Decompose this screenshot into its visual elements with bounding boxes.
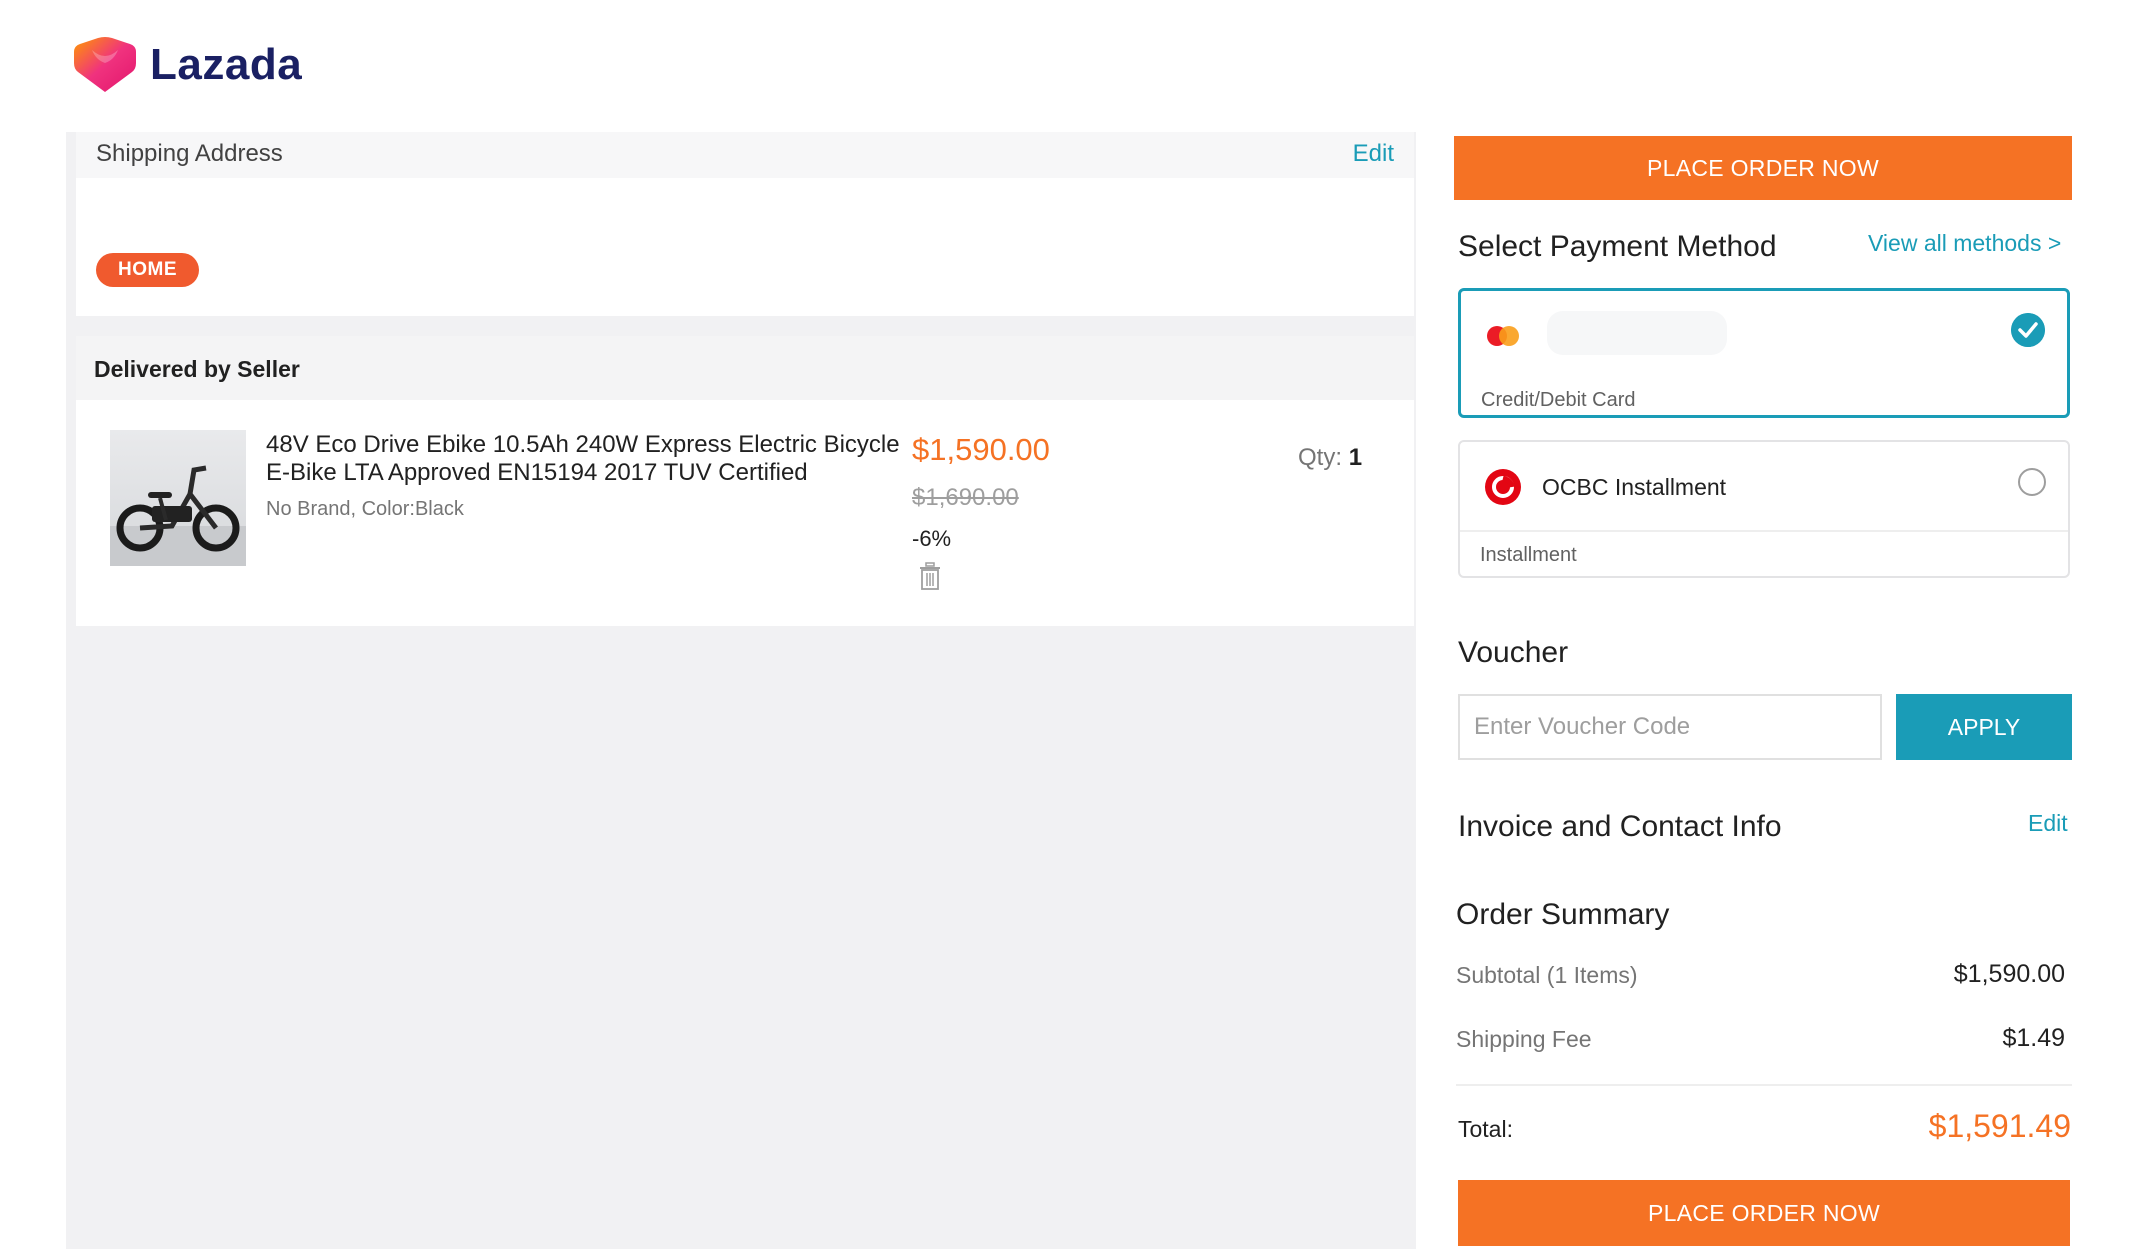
trash-icon[interactable] [918,562,942,590]
product-image[interactable] [110,430,246,566]
view-all-methods-link[interactable]: View all methods > [1868,230,2061,257]
card-number-masked [1547,311,1727,355]
shipping-address-card: Shipping Address Edit HOME [76,132,1414,316]
product-price: $1,590.00 [912,432,1050,467]
total-value: $1,591.49 [1928,1108,2071,1144]
invoice-contact-title: Invoice and Contact Info [1458,810,1782,843]
card-option-label: Credit/Debit Card [1481,389,1636,411]
seller-title: Delivered by Seller [94,356,300,382]
divider [1460,530,2068,532]
home-address-tag: HOME [96,253,199,287]
lazada-logo[interactable]: Lazada [74,36,302,94]
voucher-code-input[interactable] [1458,694,1882,760]
ebike-image-icon [110,465,246,566]
invoice-edit-link[interactable]: Edit [2028,810,2068,837]
top-header: Lazada [0,0,2141,132]
divider [1456,1084,2072,1086]
shipping-fee-label: Shipping Fee [1456,1026,1592,1052]
shipping-address-title: Shipping Address [96,140,283,167]
quantity-label: Qty: [1298,444,1343,471]
ocbc-option-label: Installment [1480,544,1577,566]
payment-method-title: Select Payment Method [1458,230,1777,263]
place-order-button-bottom[interactable]: PLACE ORDER NOW [1458,1180,2070,1246]
payment-option-card[interactable]: Credit/Debit Card [1458,288,2070,418]
brand-name: Lazada [150,40,303,89]
place-order-button-top[interactable]: PLACE ORDER NOW [1454,136,2072,200]
ocbc-logo-icon [1485,469,1521,505]
quantity-value: 1 [1348,444,1363,471]
shipping-fee-value: $1.49 [2002,1024,2065,1052]
total-label: Total: [1458,1116,1513,1142]
seller-header: Delivered by Seller [76,336,1414,400]
mastercard-icon [1487,326,1519,346]
ocbc-radio-button[interactable] [2018,468,2046,496]
subtotal-label: Subtotal (1 Items) [1456,962,1638,988]
subtotal-value: $1,590.00 [1953,960,2065,988]
payment-option-ocbc[interactable]: OCBC Installment Installment [1458,440,2070,578]
voucher-title: Voucher [1458,636,1569,669]
ocbc-option-name: OCBC Installment [1542,474,1727,500]
product-discount: -6% [912,526,952,551]
seller-package-card: Delivered by Seller 48V Eco Drive Ebike … [76,336,1414,626]
product-original-price: $1,690.00 [912,484,1019,511]
shipping-edit-link[interactable]: Edit [1353,140,1394,168]
order-summary-title: Order Summary [1456,898,1670,931]
lazada-heart-icon [74,37,136,92]
shipping-address-header: Shipping Address Edit [76,132,1414,178]
product-variant: No Brand, Color:Black [266,498,464,520]
product-quantity: Qty: 1 [1298,444,1362,472]
product-name[interactable]: 48V Eco Drive Ebike 10.5Ah 240W Express … [266,431,906,487]
check-icon [2011,313,2045,347]
apply-voucher-button[interactable]: APPLY [1896,694,2072,760]
